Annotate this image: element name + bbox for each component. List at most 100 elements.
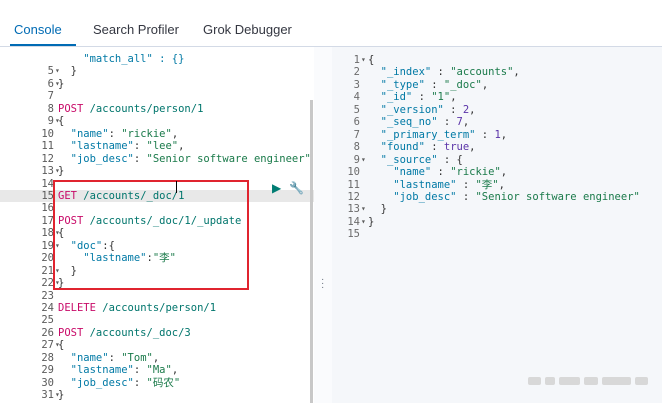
code-line: 8 "found" : true, bbox=[332, 141, 662, 153]
code-text: } bbox=[58, 389, 64, 401]
code-text: "_source" : { bbox=[368, 154, 463, 166]
line-number: 9 bbox=[353, 153, 360, 166]
code-line: 30 "job_desc": "码农" bbox=[0, 377, 314, 389]
code-token: } bbox=[368, 203, 387, 216]
line-number: 30 bbox=[41, 376, 54, 389]
fold-toggle-icon[interactable]: ▾ bbox=[361, 216, 366, 228]
code-line: 10 "name" : "rickie", bbox=[332, 166, 662, 178]
line-number: 4 bbox=[353, 91, 360, 104]
code-text: "_version" : 2, bbox=[368, 103, 476, 116]
code-token: : bbox=[133, 152, 147, 165]
code-text: POST /accounts/_doc/1/_update bbox=[58, 215, 241, 227]
code-line: 8 POST /accounts/person/1 bbox=[0, 103, 314, 115]
code-token: "name" bbox=[58, 351, 109, 364]
line-number: 8 bbox=[47, 102, 54, 115]
code-token: : bbox=[437, 116, 457, 129]
code-token: "match_all" : {} bbox=[58, 53, 185, 65]
code-token: , bbox=[462, 116, 470, 129]
code-text: } bbox=[58, 165, 64, 177]
code-text: } bbox=[58, 277, 64, 289]
code-line: 22 ▾} bbox=[0, 277, 314, 289]
tab-console[interactable]: Console bbox=[14, 22, 62, 37]
fold-toggle-icon[interactable]: ▾ bbox=[361, 54, 366, 66]
play-icon[interactable]: ▶ bbox=[272, 181, 281, 195]
code-token: : bbox=[424, 141, 444, 154]
code-line: 12 "job_desc": "Senior software engineer… bbox=[0, 153, 314, 165]
tab-grok-debugger[interactable]: Grok Debugger bbox=[203, 22, 292, 37]
code-line: 4 "_id" : "1", bbox=[332, 91, 662, 103]
code-text: "doc":{ bbox=[58, 240, 115, 252]
code-token: :{ bbox=[102, 239, 115, 252]
code-token: : { bbox=[437, 153, 463, 166]
line-number: 5 bbox=[353, 103, 360, 116]
code-line: 17 POST /accounts/_doc/1/_update bbox=[0, 215, 314, 227]
code-token: , bbox=[469, 103, 476, 116]
line-number: 11 bbox=[41, 140, 54, 153]
code-token: DELETE bbox=[58, 302, 103, 314]
code-token: , bbox=[500, 128, 508, 141]
code-token: "_id" bbox=[368, 91, 413, 104]
code-line: 13 ▾ } bbox=[332, 203, 662, 215]
code-token: : bbox=[431, 66, 451, 79]
code-line: 12 "job_desc" : "Senior software enginee… bbox=[332, 191, 662, 203]
panel-splitter[interactable]: · · · bbox=[314, 47, 332, 403]
line-number: 27 bbox=[41, 339, 54, 352]
code-token: } bbox=[368, 215, 375, 228]
code-line: 11 "lastname" : "李", bbox=[332, 179, 662, 191]
code-text: { bbox=[58, 339, 64, 351]
code-text: } bbox=[58, 265, 77, 277]
code-text: "lastname":"李" bbox=[58, 252, 176, 264]
code-token: } bbox=[58, 264, 77, 277]
line-number: 5 bbox=[47, 65, 54, 78]
code-line: 31 ▾} bbox=[0, 389, 314, 401]
code-text: "job_desc" : "Senior software engineer" bbox=[368, 191, 640, 203]
code-token: POST bbox=[58, 326, 90, 339]
code-token: "lastname" bbox=[58, 252, 147, 265]
code-line: 14 ▾} bbox=[332, 216, 662, 228]
wrench-icon[interactable]: 🔧 bbox=[289, 181, 304, 195]
fold-toggle-icon[interactable]: ▾ bbox=[361, 154, 366, 166]
code-line: 11 "lastname": "lee", bbox=[0, 140, 314, 152]
code-text: "name" : "rickie", bbox=[368, 166, 507, 178]
line-number: 2 bbox=[353, 66, 360, 79]
code-token: : bbox=[133, 376, 147, 389]
code-token: "lastname" bbox=[58, 364, 134, 377]
request-editor-scrollbar[interactable] bbox=[310, 100, 313, 403]
line-number: 7 bbox=[353, 128, 360, 141]
line-number: 22 bbox=[41, 277, 54, 290]
code-token: : bbox=[456, 190, 476, 203]
fold-toggle-icon[interactable]: ▾ bbox=[361, 203, 366, 215]
code-text: DELETE /accounts/person/1 bbox=[58, 302, 216, 314]
code-line: 3 "_type" : "_doc", bbox=[332, 79, 662, 91]
code-line: 23 bbox=[0, 290, 314, 302]
code-text: POST /accounts/_doc/3 bbox=[58, 327, 191, 339]
code-text: "_index" : "accounts", bbox=[368, 66, 520, 78]
code-token: "name" bbox=[368, 166, 432, 179]
tab-search-profiler[interactable]: Search Profiler bbox=[93, 22, 179, 37]
code-token: "doc" bbox=[58, 239, 103, 252]
code-token: "李" bbox=[475, 178, 499, 191]
code-token: "_seq_no" bbox=[368, 116, 438, 129]
code-token: "job_desc" bbox=[58, 152, 134, 165]
code-token: { bbox=[368, 54, 375, 66]
code-text: { bbox=[368, 54, 374, 66]
code-token: /accounts/person/1 bbox=[102, 302, 217, 314]
code-text: "found" : true, bbox=[368, 141, 476, 153]
text-cursor bbox=[176, 181, 177, 193]
code-line: 16 bbox=[0, 202, 314, 214]
request-editor[interactable]: "match_all" : {} 5 ▾ } 6 ▾} 7 8 POST /accounts/… bbox=[0, 47, 314, 403]
code-token: } bbox=[58, 277, 65, 290]
code-line: 15 bbox=[332, 228, 662, 240]
code-token: , bbox=[481, 78, 489, 91]
drag-handle-icon[interactable]: · · · bbox=[321, 275, 324, 293]
code-token: : bbox=[443, 103, 463, 116]
code-token: "Ma" bbox=[146, 364, 172, 377]
line-number: 29 bbox=[41, 364, 54, 377]
code-token: "Tom" bbox=[121, 351, 153, 364]
line-number: 13 bbox=[41, 165, 54, 178]
line-number: 15 bbox=[41, 189, 54, 202]
code-text: "lastname": "Ma", bbox=[58, 364, 179, 377]
code-text: "lastname" : "李", bbox=[368, 179, 505, 191]
code-token: "found" bbox=[368, 141, 425, 154]
code-token: POST bbox=[58, 102, 90, 115]
